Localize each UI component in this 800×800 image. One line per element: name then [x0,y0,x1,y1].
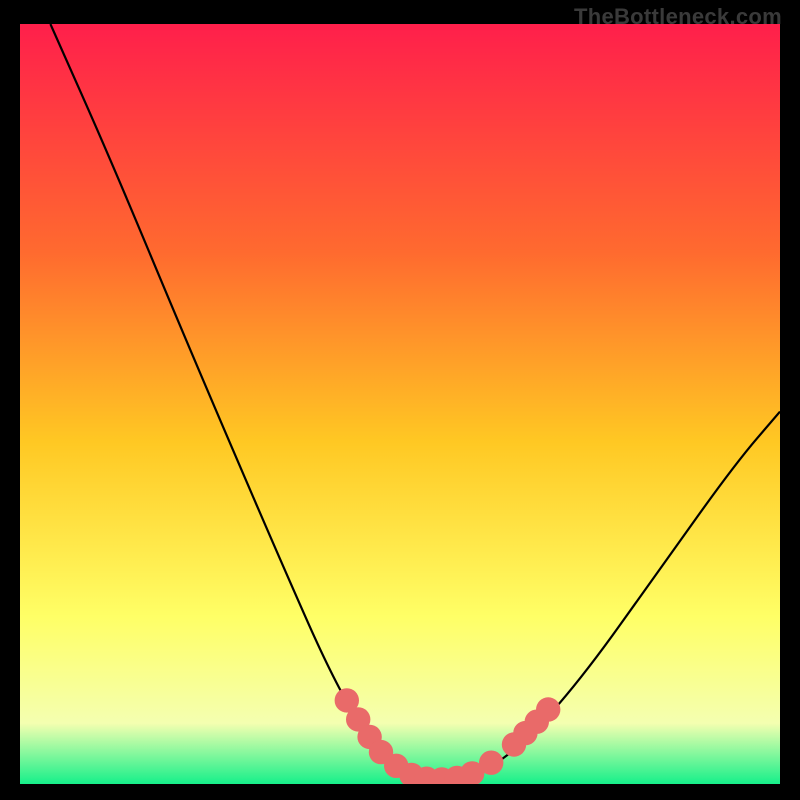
gradient-background [20,24,780,784]
watermark-text: TheBottleneck.com [574,4,782,30]
chart-frame: TheBottleneck.com [0,0,800,800]
plot-area [20,24,780,784]
